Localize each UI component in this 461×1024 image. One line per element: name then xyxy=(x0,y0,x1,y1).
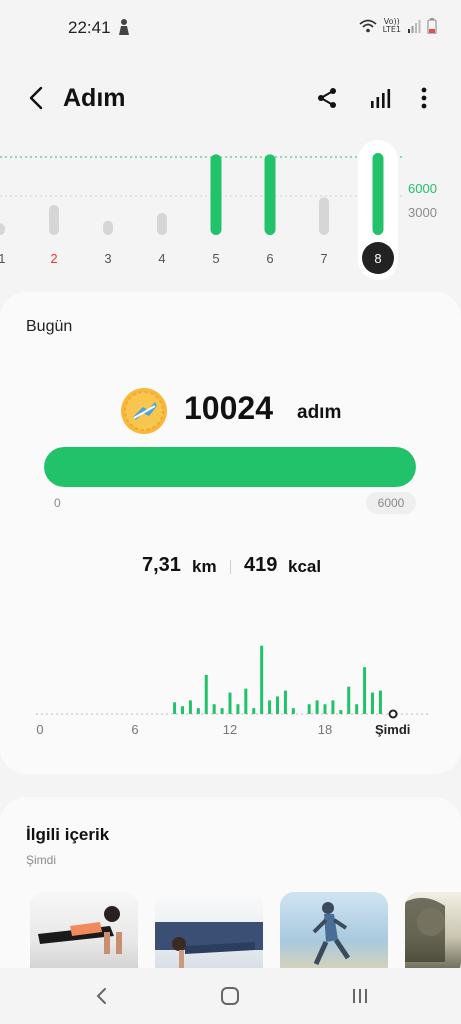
nav-home-icon xyxy=(221,987,239,1005)
hourly-bar xyxy=(347,686,351,714)
hourly-bar xyxy=(173,702,177,714)
progress-min-label: 0 xyxy=(54,496,61,510)
app-bar: Adım xyxy=(0,74,461,124)
hour-tick-0: 0 xyxy=(36,722,44,737)
hourly-bar xyxy=(323,704,327,714)
back-icon xyxy=(29,86,43,110)
related-subtitle: Şimdi xyxy=(26,853,57,867)
week-bar-3 xyxy=(103,220,113,235)
hourly-bar xyxy=(339,710,343,714)
week-bar-8 xyxy=(372,153,384,235)
goal-progress-bar xyxy=(44,447,416,487)
calories-unit: kcal xyxy=(288,557,322,576)
system-nav-bar xyxy=(0,968,461,1024)
related-content-card: İlgili içerik Şimdi xyxy=(0,797,461,987)
reference-label: 3000 xyxy=(408,205,437,220)
hourly-bar xyxy=(212,704,216,714)
today-card: Bugün 10024 adım 0 6000 7,31 km 419 kcal… xyxy=(0,292,461,774)
hour-tick-12: 12 xyxy=(222,722,238,737)
hourly-bar xyxy=(181,706,184,714)
week-bar-2 xyxy=(49,205,59,235)
battery-icon xyxy=(427,18,437,34)
week-day-label-5: 5 xyxy=(212,251,219,266)
hourly-bar xyxy=(196,708,200,714)
hourly-bar xyxy=(315,700,319,714)
hourly-bar xyxy=(355,704,359,714)
distance-value: 7,31 xyxy=(142,554,181,576)
hourly-bar xyxy=(331,700,335,714)
network-type: Vo)) LTE1 xyxy=(383,18,401,34)
goal-label: 6000 xyxy=(408,181,437,196)
page-title: Adım xyxy=(63,84,126,112)
stats-divider xyxy=(230,560,231,574)
week-bar-7 xyxy=(319,197,329,235)
hourly-bar xyxy=(252,708,256,714)
status-icons: Vo)) LTE1 xyxy=(359,18,437,34)
hourly-bar xyxy=(378,690,382,714)
trends-button[interactable] xyxy=(366,84,394,112)
now-marker xyxy=(388,709,398,719)
bar-chart-icon xyxy=(371,89,391,108)
hourly-bar xyxy=(283,690,287,714)
hourly-bar xyxy=(220,708,224,714)
week-day-label-7: 7 xyxy=(320,251,327,266)
week-bar-1 xyxy=(0,223,5,235)
hourly-bar xyxy=(260,645,264,714)
week-day-label-1: /1 xyxy=(0,251,5,266)
distance-unit: km xyxy=(192,557,217,576)
week-bar-4 xyxy=(157,212,167,235)
hourly-bar xyxy=(236,704,240,714)
share-icon xyxy=(318,88,336,108)
hour-tick-18: 18 xyxy=(317,722,333,737)
status-bar: 22:41 Vo)) LTE1 xyxy=(0,0,461,56)
hourly-bar xyxy=(307,704,311,714)
week-chart: /1 2 3 4 5 6 7 8 6000 3000 xyxy=(0,140,461,285)
calories-value: 419 xyxy=(244,554,278,576)
nav-recents-button[interactable] xyxy=(346,982,374,1010)
hourly-bar xyxy=(276,696,279,714)
back-button[interactable] xyxy=(22,84,50,112)
network-line-2: LTE1 xyxy=(382,25,401,34)
status-time: 22:41 xyxy=(68,18,111,37)
nav-recents-icon xyxy=(353,989,367,1003)
stats-row: 7,31 km 419 kcal xyxy=(0,554,461,584)
hourly-bar xyxy=(204,675,208,714)
share-button[interactable] xyxy=(313,84,341,112)
goal-progress-fill xyxy=(44,447,416,487)
wifi-icon xyxy=(359,19,377,33)
hourly-chart-svg xyxy=(36,645,428,719)
notification-app-icon xyxy=(119,19,129,35)
week-day-label-4: 4 xyxy=(158,251,165,266)
hourly-chart: 0 6 12 18 Şimdi xyxy=(0,622,461,742)
more-options-button[interactable] xyxy=(410,84,438,112)
hourly-bar xyxy=(188,700,192,714)
hourly-bar xyxy=(371,692,374,714)
goal-badge-icon xyxy=(121,388,167,434)
hourly-bar xyxy=(228,692,232,714)
step-count: 10024 xyxy=(184,390,273,426)
hour-tick-6: 6 xyxy=(131,722,139,737)
week-bar-5 xyxy=(210,154,222,235)
hourly-bar xyxy=(268,700,272,714)
more-vert-icon xyxy=(421,87,427,109)
signal-icon xyxy=(408,20,421,33)
nav-back-icon xyxy=(96,988,106,1004)
week-bar-6 xyxy=(264,154,276,235)
today-title: Bugün xyxy=(26,318,73,335)
step-unit: adım xyxy=(297,402,342,423)
nav-home-button[interactable] xyxy=(216,982,244,1010)
hourly-bar xyxy=(291,708,295,714)
nav-back-button[interactable] xyxy=(87,982,115,1010)
week-day-label-3: 3 xyxy=(104,251,111,266)
hourly-bar xyxy=(363,667,367,714)
week-day-label-2: 2 xyxy=(50,251,57,266)
now-label: Şimdi xyxy=(375,722,411,737)
hourly-bar xyxy=(244,688,248,714)
related-title: İlgili içerik xyxy=(26,825,110,844)
week-day-label-8: 8 xyxy=(374,251,381,266)
week-chart-svg: /1 2 3 4 5 6 7 8 xyxy=(0,140,404,280)
progress-max-label: 6000 xyxy=(366,492,416,514)
week-day-label-6: 6 xyxy=(266,251,273,266)
